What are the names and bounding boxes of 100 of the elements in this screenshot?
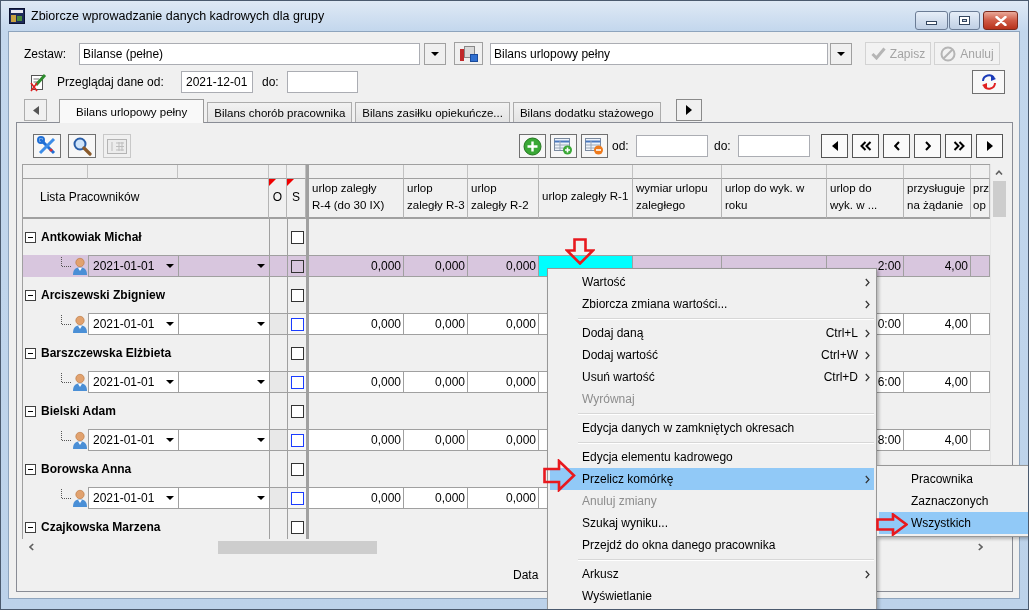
menu-item[interactable]: Usuń wartość Ctrl+D	[550, 366, 874, 388]
table-cell: 4,00	[904, 313, 971, 335]
menu-item[interactable]: Zaznaczonych	[879, 490, 1028, 512]
menu-item[interactable]: Edycja elementu kadrowego	[550, 446, 874, 468]
tools-icon	[37, 136, 57, 156]
table-cell: 8:00	[877, 429, 904, 451]
caret-icon	[166, 322, 174, 326]
date-dropdown[interactable]: 2021-01-01	[88, 255, 178, 277]
menu-item[interactable]: Wyświetlanie	[550, 585, 874, 607]
table-cell: 0:00	[877, 313, 904, 335]
menu-item[interactable]: Edycja danych w zamkniętych okresach	[550, 417, 874, 439]
tab[interactable]: Bilans zasiłku opiekuńcze...	[355, 102, 510, 122]
checkbox[interactable]	[290, 433, 304, 447]
sheet-dropdown[interactable]: Bilans urlopowy pełny	[490, 42, 828, 65]
corner-flag-icon	[269, 179, 276, 186]
menu-item[interactable]: Zbiorcza zmiana wartości...	[550, 293, 874, 315]
type-dropdown[interactable]	[178, 429, 269, 451]
shortcut-text: Ctrl+L	[825, 326, 858, 340]
nav-button[interactable]	[852, 134, 879, 158]
collapse-icon[interactable]	[25, 347, 36, 359]
menu-item[interactable]: Dodaj daną Ctrl+L	[550, 322, 874, 344]
scroll-right-button[interactable]	[675, 99, 702, 121]
chevron-left-icon	[893, 141, 900, 151]
checkbox[interactable]	[290, 520, 304, 534]
checkbox[interactable]	[290, 317, 304, 331]
date-dropdown[interactable]: 2021-01-01	[88, 313, 178, 335]
menu-item[interactable]: Pracownika	[879, 468, 1028, 490]
scroll-left-button[interactable]	[24, 99, 47, 121]
menu-item[interactable]: Przejdź do okna danego pracownika	[550, 534, 874, 556]
header-cell	[22, 165, 88, 179]
table-cell: 0,000	[468, 313, 539, 335]
table-cell: 0,000	[309, 429, 404, 451]
nav-button[interactable]	[883, 134, 910, 158]
date-dropdown[interactable]: 2021-01-01	[88, 371, 178, 393]
collapse-icon[interactable]	[25, 521, 36, 533]
date-to-field[interactable]	[287, 71, 358, 93]
type-dropdown[interactable]	[178, 313, 269, 335]
nav-button[interactable]	[914, 134, 941, 158]
table-cell: 0,000	[309, 371, 404, 393]
search-button[interactable]	[68, 134, 96, 158]
close-button[interactable]	[983, 11, 1018, 30]
add-button[interactable]	[519, 134, 546, 158]
checkbox[interactable]	[290, 462, 304, 476]
scrollbar-thumb[interactable]	[992, 181, 1006, 217]
dropdown-button[interactable]	[424, 42, 446, 65]
caret-icon	[431, 51, 439, 56]
menu-item[interactable]: Przelicz komórkę	[550, 468, 874, 490]
tools-button[interactable]	[33, 134, 61, 158]
date-from-field[interactable]: 2021-12-01	[181, 71, 253, 93]
chevron-right-icon	[978, 543, 983, 551]
checkbox[interactable]	[290, 375, 304, 389]
caret-icon	[166, 380, 174, 384]
shortcut-text: Ctrl+W	[821, 348, 858, 362]
scrollbar-thumb[interactable]	[218, 540, 377, 554]
menu-item[interactable]: Szukaj wyniku...	[550, 512, 874, 534]
collapse-icon[interactable]	[25, 231, 36, 243]
checkbox[interactable]	[290, 230, 304, 244]
checkbox[interactable]	[290, 259, 304, 273]
range-to-field[interactable]	[738, 135, 810, 157]
nav-button[interactable]	[945, 134, 972, 158]
remove-row-button[interactable]	[581, 134, 608, 158]
add-icon	[523, 136, 542, 156]
collapse-icon[interactable]	[25, 289, 36, 301]
triangle-left-icon	[32, 105, 39, 115]
maximize-button[interactable]	[949, 11, 980, 30]
tab[interactable]: Bilans chorób pracownika	[207, 102, 353, 122]
chevron-left-icon	[29, 543, 34, 551]
menu-item[interactable]: Dodaj wartość Ctrl+W	[550, 344, 874, 366]
menu-item[interactable]: Wszystkich	[879, 512, 1028, 534]
set-options-button[interactable]	[454, 42, 483, 65]
close-icon	[994, 15, 1007, 26]
person-icon	[72, 489, 88, 507]
tab[interactable]: Bilans urlopowy pełny	[59, 99, 205, 123]
minimize-button[interactable]	[915, 11, 948, 30]
nav-button[interactable]	[976, 134, 1003, 158]
checkbox[interactable]	[290, 404, 304, 418]
menu-item[interactable]: Wartość	[550, 271, 874, 293]
menu-item[interactable]: Arkusz	[550, 563, 874, 585]
dropdown-button[interactable]	[830, 42, 852, 65]
header-cell	[904, 165, 971, 179]
collapse-icon[interactable]	[25, 405, 36, 417]
type-dropdown[interactable]	[178, 487, 269, 509]
add-row-button[interactable]	[550, 134, 577, 158]
column-header: O	[272, 190, 283, 204]
range-from-field[interactable]	[636, 135, 708, 157]
checkbox[interactable]	[290, 346, 304, 360]
checkbox[interactable]	[290, 491, 304, 505]
checkbox[interactable]	[290, 288, 304, 302]
tab[interactable]: Bilans dodatku stażowego	[512, 102, 661, 122]
person-icon	[72, 257, 88, 275]
employee-name: Borowska Anna	[41, 462, 132, 476]
date-dropdown[interactable]: 2021-01-01	[88, 429, 178, 451]
collapse-icon[interactable]	[25, 463, 36, 475]
nav-button[interactable]	[821, 134, 848, 158]
type-dropdown[interactable]	[178, 371, 269, 393]
set-dropdown[interactable]: Bilanse (pełne)	[79, 42, 420, 65]
date-dropdown[interactable]: 2021-01-01	[88, 487, 178, 509]
refresh-button[interactable]	[972, 70, 1005, 94]
range-from-label: od:	[612, 139, 630, 153]
tree-line-icon	[61, 257, 71, 267]
